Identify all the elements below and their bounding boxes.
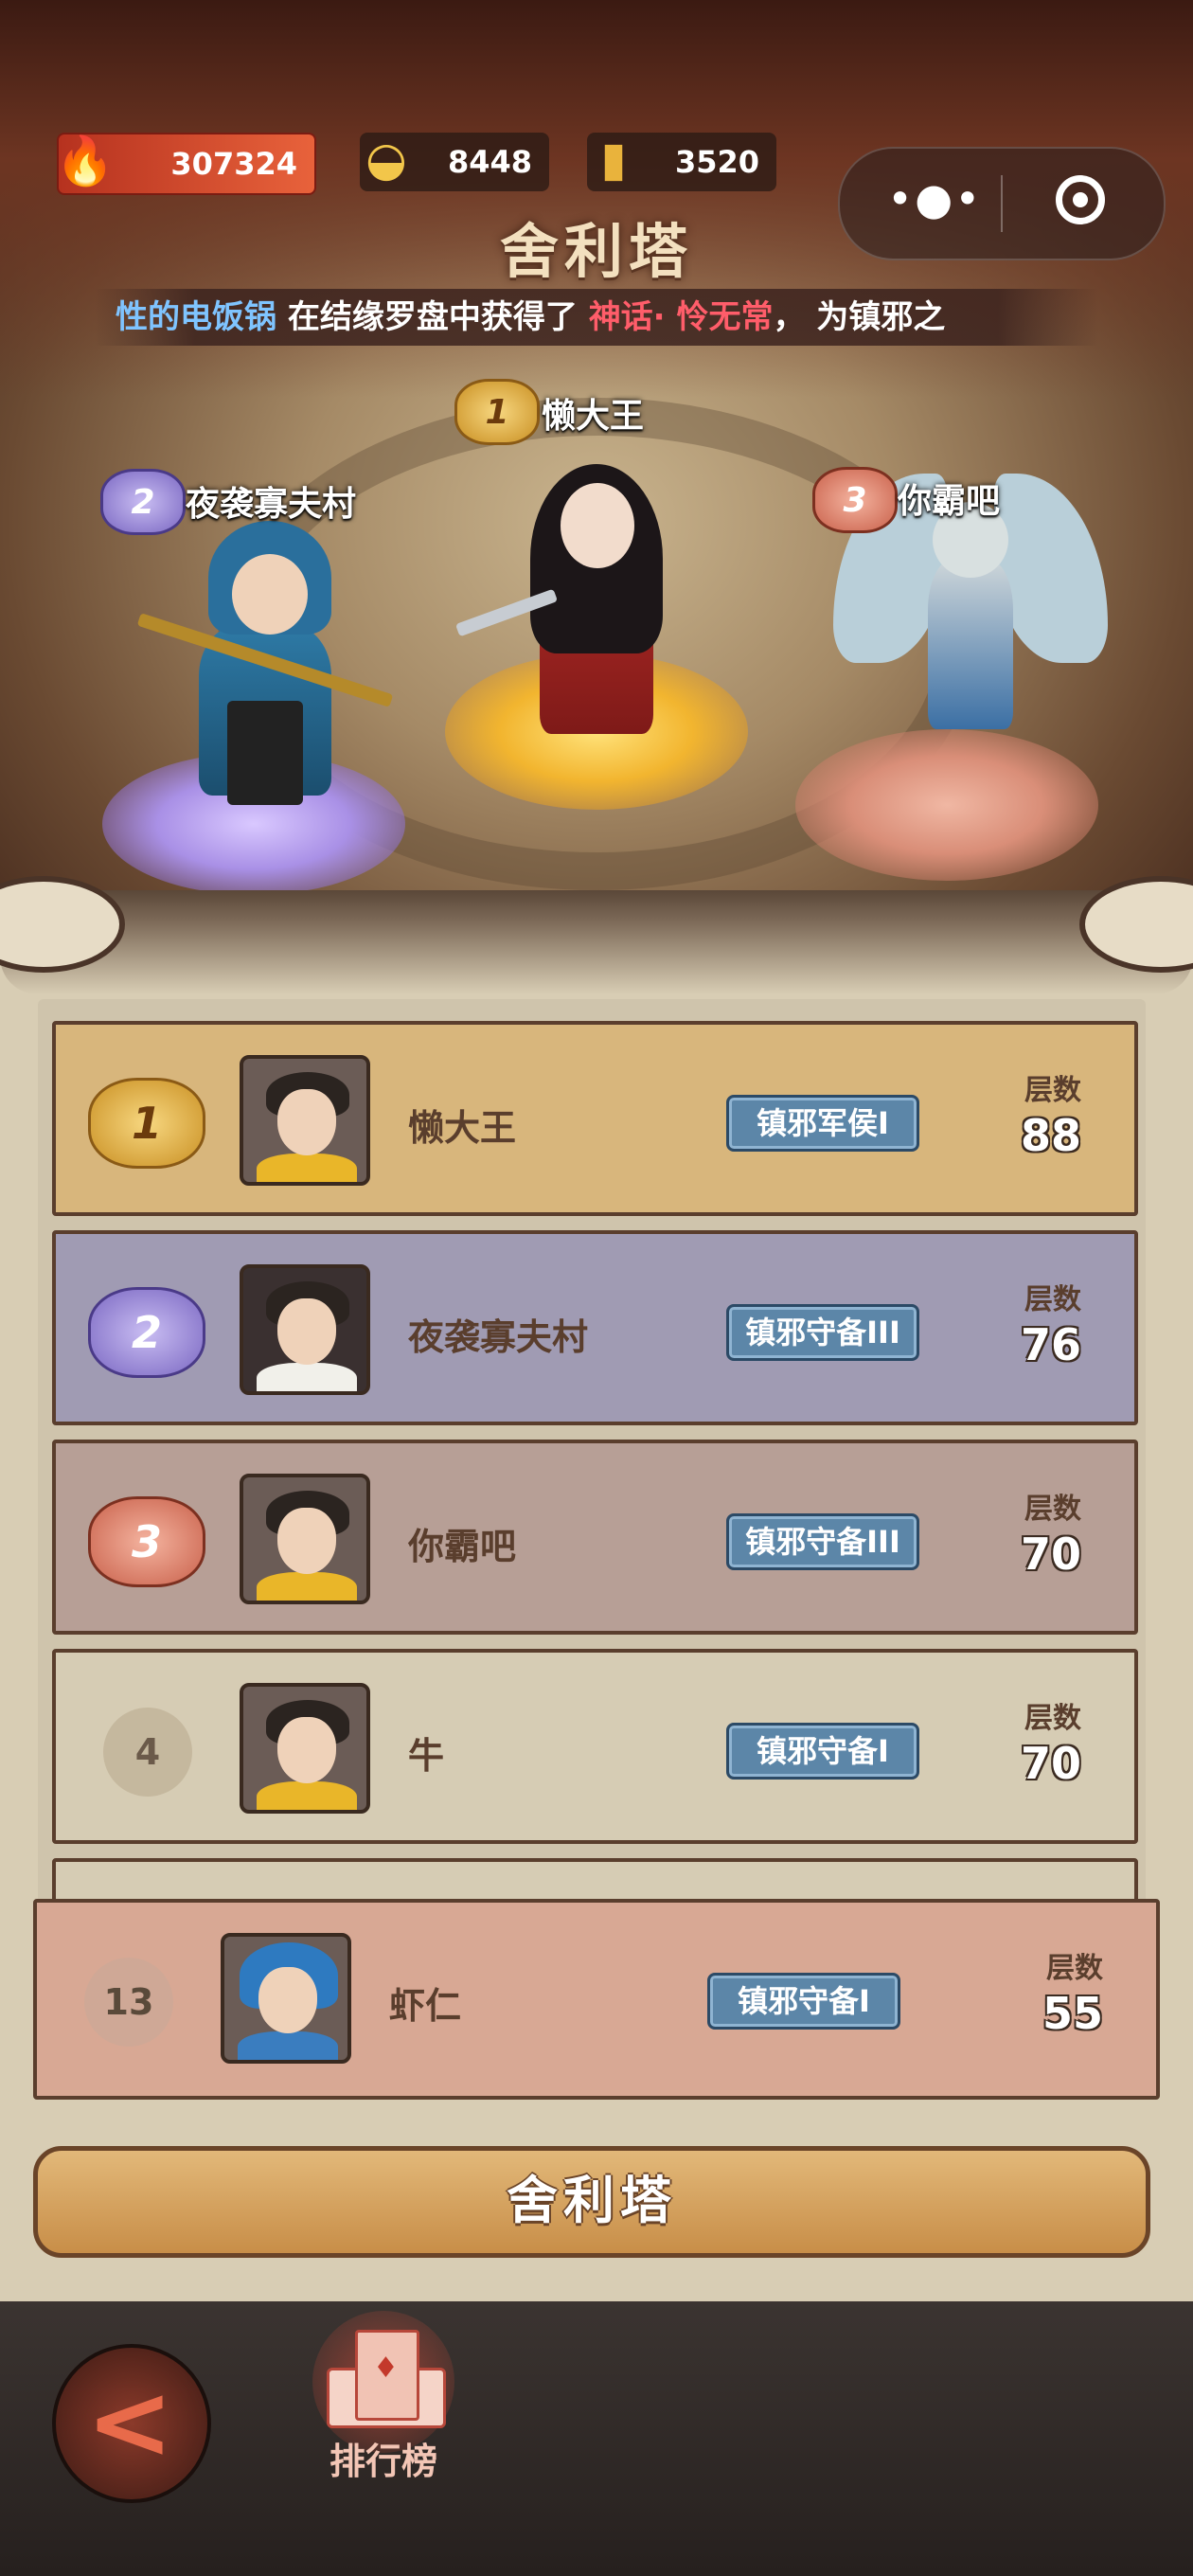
floors-label: 层数 [1046,1952,1103,1985]
title-badge: 镇邪军侯I [726,1095,919,1152]
leaderboard-row[interactable]: 3 你霸吧 镇邪守备III 层数 70 [52,1440,1138,1635]
avatar[interactable] [221,1933,351,2064]
floors-value: 55 [1042,1988,1103,2039]
player-name: 你霸吧 [408,1526,517,1567]
rank-gold-medal: 1 [88,1078,205,1169]
back-button[interactable]: < [52,2344,211,2503]
floors-label: 层数 [1024,1074,1081,1107]
ticker-item: 神话· 怜无常 [588,298,774,336]
podium-first-name: 懒大王 [542,397,645,436]
player-name: 牛 [408,1735,445,1777]
gold-ingot-icon: ◒ [365,132,407,187]
ranking-podium-icon: ♦ [327,2330,446,2434]
avatar[interactable] [240,1055,370,1186]
podium-third-medal: 3 [812,467,898,533]
hero-second[interactable] [136,511,398,824]
gold-counter: ◒ 8448 [360,132,549,191]
leaderboard-row[interactable]: 4 牛 镇邪守备I 层数 70 [52,1649,1138,1844]
ranking-tab-label: 排行榜 [329,2441,437,2482]
podium-first-medal: 1 [454,379,540,445]
player-name: 夜袭寡夫村 [408,1316,589,1358]
my-rank-row[interactable]: 13 虾仁 镇邪守备I 层数 55 [33,1899,1160,2100]
gold-value: 8448 [447,144,532,180]
floors-label: 层数 [1024,1283,1081,1316]
floors-label: 层数 [1024,1493,1081,1526]
title-badge: 镇邪守备I [726,1723,919,1780]
podium-second-name: 夜袭寡夫村 [186,485,357,524]
avatar[interactable] [240,1474,370,1604]
floors-value: 88 [1020,1110,1081,1161]
page-title: 舍利塔 [499,217,693,286]
title-badge: 镇邪守备I [707,1973,900,2030]
podium-second-medal: 2 [100,469,186,535]
floors-value: 76 [1020,1319,1081,1370]
bottom-nav: < ♦ 排行榜 [0,2301,1193,2576]
player-name: 虾仁 [389,1985,462,2027]
card-ticket-icon: ▮ [600,132,627,187]
avatar[interactable] [240,1264,370,1395]
leaderboard-row[interactable]: 2 夜袭寡夫村 镇邪守备III 层数 76 [52,1230,1138,1425]
floors-value: 70 [1020,1738,1081,1789]
ticket-counter: ▮ 3520 [587,132,776,191]
floors-value: 70 [1020,1529,1081,1580]
broadcast-ticker: 性的电饭锅 在结缘罗盘中获得了 神话· 怜无常， 为镇邪之 [95,289,1098,346]
rank-number: 4 [103,1708,192,1797]
title-badge: 镇邪守备III [726,1513,919,1570]
ticker-text: 在结缘罗盘中获得了 [276,298,589,336]
title-badge: 镇邪守备III [726,1304,919,1361]
avatar[interactable] [240,1683,370,1814]
podium-third-name: 你霸吧 [898,482,1001,521]
flame-counter: 🔥 307324 [56,133,316,195]
ranking-tab[interactable]: ♦ 排行榜 [312,2311,454,2500]
back-arrow-icon: < [86,2361,174,2482]
floors-label: 层数 [1024,1702,1081,1735]
rank-purple-medal: 2 [88,1287,205,1378]
rank-number: 13 [84,1958,173,2047]
player-name: 懒大王 [408,1107,517,1149]
rank-red-medal: 3 [88,1496,205,1587]
hero-first[interactable] [454,445,701,739]
flame-value: 307324 [170,146,297,182]
ticket-value: 3520 [674,144,759,180]
sarira-tower-button[interactable]: 舍利塔 [33,2146,1150,2258]
leaderboard-row[interactable]: 1 懒大王 镇邪军侯I 层数 88 [52,1021,1138,1216]
ticker-player: 性的电饭锅 [116,298,276,336]
ticker-text-tail: ， 为镇邪之 [773,298,946,336]
flame-icon: 🔥 [55,133,116,188]
